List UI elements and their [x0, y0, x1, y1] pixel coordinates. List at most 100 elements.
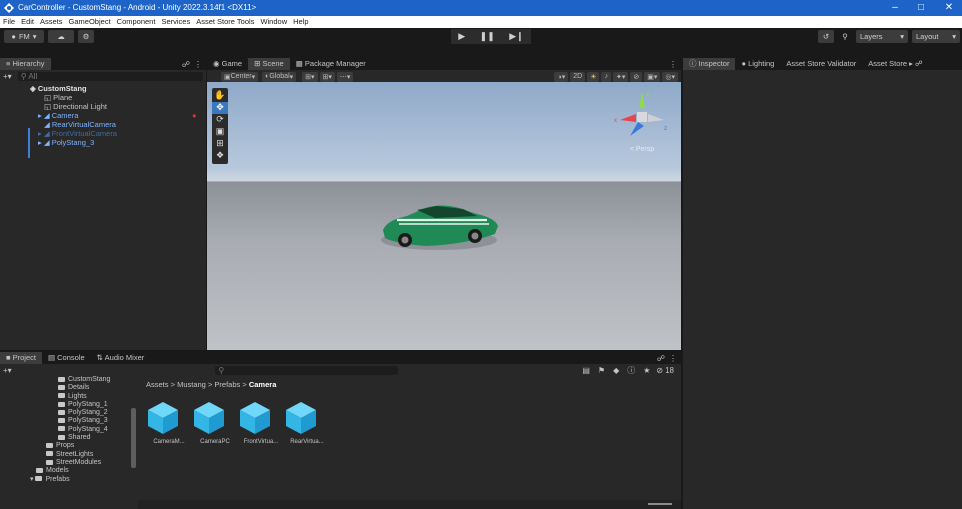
lock-icon[interactable]: ☍ [182, 60, 190, 69]
breadcrumb-item[interactable]: Camera [249, 380, 277, 389]
folder-tree-scrollbar[interactable] [131, 408, 136, 468]
scene-viewport[interactable]: ✋ ✥ ⟳ ▣ ⊞ ❖ y x z < Persp [207, 82, 681, 350]
asset-item[interactable]: RearVirtua... [284, 400, 330, 445]
hierarchy-item-rear-virtual-camera[interactable]: ◢ RearVirtualCamera [0, 120, 206, 129]
folder-item[interactable]: PolyStang_3 [0, 417, 138, 425]
lighting-toggle[interactable]: ☀ [587, 71, 600, 82]
tab-inspector[interactable]: ⓘ Inspector [683, 58, 736, 70]
info-icon[interactable]: ⓘ [627, 365, 635, 376]
folder-item[interactable]: PolyStang_2 [0, 409, 138, 417]
folder-item[interactable]: StreetModules [0, 459, 138, 467]
tab-package-manager[interactable]: ▦ Package Manager [290, 58, 372, 70]
folder-item[interactable]: StreetLights [0, 451, 138, 459]
hierarchy-item-camera[interactable]: ▸ ◢ Camera ● [0, 111, 206, 120]
scene-root[interactable]: ◈ CustomStang [0, 84, 206, 93]
transform-tool-icon[interactable]: ❖ [212, 150, 228, 162]
breadcrumb-item[interactable]: Mustang [177, 380, 206, 389]
gizmos-dropdown[interactable]: ◎▾ [662, 71, 678, 82]
play-icon[interactable]: ▶ [458, 31, 465, 42]
tab-asset-store[interactable]: Asset Store ▸ ☍ [862, 58, 928, 70]
folder-item[interactable]: Lights [0, 393, 138, 401]
asset-item[interactable]: CameraPC [192, 400, 238, 445]
effects-dropdown[interactable]: ✦▾ [612, 71, 629, 82]
rect-tool-icon[interactable]: ⊞ [212, 138, 228, 150]
tab-lighting[interactable]: ● Lighting [735, 58, 780, 70]
folder-item[interactable]: ▾ Prefabs [0, 476, 138, 484]
menu-services[interactable]: Services [161, 16, 190, 28]
tab-audio-mixer[interactable]: ⇅ Audio Mixer [91, 352, 151, 364]
pause-icon[interactable]: ❚❚ [480, 31, 495, 42]
scene-filter-icon[interactable]: ▤ [582, 366, 590, 375]
camera-dropdown[interactable]: ▣▾ [644, 71, 661, 82]
zoom-slider[interactable] [648, 503, 672, 505]
hierarchy-item-plane[interactable]: ◱ Plane [0, 93, 206, 102]
hierarchy-item-front-virtual-camera[interactable]: ▸ ◢ FrontVirtualCamera [0, 129, 206, 138]
snap-button[interactable]: ⊞▾ [319, 71, 335, 82]
persp-label[interactable]: < Persp [612, 146, 672, 153]
hierarchy-item-directional-light[interactable]: ◱ Directional Light [0, 102, 206, 111]
more-menu-icon[interactable]: ⋮ [194, 60, 202, 69]
project-search-input[interactable]: ⚲ [215, 365, 399, 375]
tab-project[interactable]: ■ Project [0, 352, 42, 364]
menu-component[interactable]: Component [117, 16, 156, 28]
orientation-gizmo[interactable]: y x z < Persp [612, 86, 672, 156]
hand-tool-icon[interactable]: ✋ [212, 90, 228, 102]
maximize-button[interactable]: □ [908, 0, 934, 16]
folder-item[interactable]: Shared [0, 434, 138, 442]
menu-asset-store-tools[interactable]: Asset Store Tools [196, 16, 254, 28]
audio-toggle[interactable]: ♪ [601, 71, 611, 82]
folder-item[interactable]: Models [0, 467, 138, 475]
layers-dropdown[interactable]: Layers ▾ [856, 30, 908, 43]
tab-asset-store-validator[interactable]: Asset Store Validator [780, 58, 862, 70]
pivot-dropdown[interactable]: ▣ Center ▾ [221, 71, 259, 82]
add-icon[interactable]: +▾ [3, 72, 12, 81]
lock-icon[interactable]: ☍ [657, 354, 665, 363]
breadcrumb-item[interactable]: Assets [146, 380, 169, 389]
menu-edit[interactable]: Edit [21, 16, 34, 28]
2d-toggle[interactable]: 2D [570, 71, 586, 82]
add-icon[interactable]: +▾ [3, 366, 12, 375]
asset-item[interactable]: CameraM... [146, 400, 192, 445]
rotate-tool-icon[interactable]: ⟳ [212, 114, 228, 126]
menu-assets[interactable]: Assets [40, 16, 63, 28]
tag-icon[interactable]: ◆ [613, 366, 619, 375]
label-filter-icon[interactable]: ⚑ [598, 366, 605, 375]
tab-hierarchy[interactable]: ≡ Hierarchy [0, 58, 51, 70]
search-button[interactable]: ⚲ [838, 30, 852, 43]
hierarchy-item-polystang-3[interactable]: ▸ ◢ PolyStang_3 [0, 138, 206, 147]
asset-item[interactable]: FrontVirtua... [238, 400, 284, 445]
menu-window[interactable]: Window [260, 16, 287, 28]
history-button[interactable]: ↺ [818, 30, 834, 43]
settings-button[interactable]: ⚙ [78, 30, 94, 43]
hidden-packages-icon[interactable]: ⊘ [656, 366, 663, 375]
hierarchy-search-input[interactable]: ⚲ All [17, 71, 203, 81]
increment-button[interactable]: ⋯▾ [336, 71, 354, 82]
draw-mode-button[interactable]: ◑▾ [554, 71, 569, 82]
folder-item[interactable]: PolyStang_1 [0, 401, 138, 409]
folder-item[interactable]: Props [0, 442, 138, 450]
close-button[interactable]: ✕ [936, 0, 962, 16]
minimize-button[interactable]: – [882, 0, 908, 16]
more-menu-icon[interactable]: ⋮ [669, 354, 677, 363]
folder-item[interactable]: CustomStang [0, 376, 138, 384]
cloud-button[interactable]: ☁ [48, 30, 74, 43]
star-icon[interactable]: ★ [643, 366, 650, 375]
account-button[interactable]: ● FM ▾ [4, 30, 44, 43]
more-menu-icon[interactable]: ⋮ [669, 60, 677, 69]
hidden-objects-toggle[interactable]: ⊘ [630, 71, 643, 82]
menu-file[interactable]: File [3, 16, 15, 28]
scale-tool-icon[interactable]: ▣ [212, 126, 228, 138]
step-icon[interactable]: ▶❙ [509, 31, 523, 42]
tab-console[interactable]: ▤ Console [42, 352, 91, 364]
menu-gameobject[interactable]: GameObject [69, 16, 111, 28]
folder-item[interactable]: Details [0, 384, 138, 392]
tab-game[interactable]: ◉ Game [207, 58, 248, 70]
tab-scene[interactable]: ⊞ Scene [248, 58, 290, 70]
car-model[interactable] [377, 200, 502, 255]
space-dropdown[interactable]: ◐ Global ▾ [262, 71, 297, 82]
move-tool-icon[interactable]: ✥ [212, 102, 228, 114]
breadcrumb-item[interactable]: Prefabs [214, 380, 240, 389]
grid-snap-button[interactable]: ⊞▾ [302, 71, 318, 82]
menu-help[interactable]: Help [293, 16, 308, 28]
folder-item[interactable]: PolyStang_4 [0, 426, 138, 434]
